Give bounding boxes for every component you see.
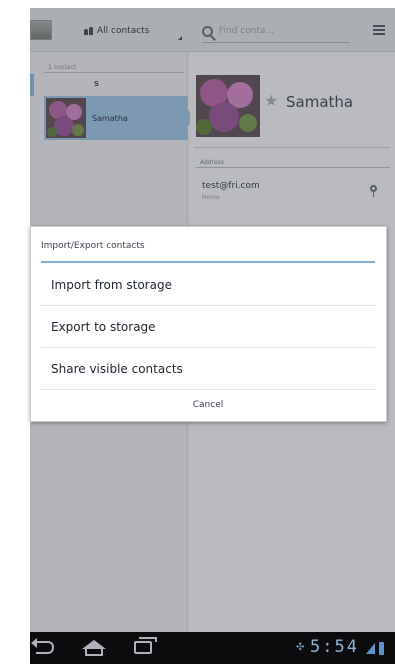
back-icon[interactable] (31, 638, 54, 654)
status-clock[interactable]: 5:54 (310, 637, 359, 657)
import-export-dialog: Import/Export contacts Import from stora… (30, 226, 387, 422)
option-label: Share visible contacts (51, 362, 183, 376)
cancel-button[interactable]: Cancel (41, 390, 375, 420)
dialog-title: Import/Export contacts (41, 241, 145, 251)
option-label: Export to storage (51, 320, 156, 334)
share-visible-contacts-option[interactable]: Share visible contacts (41, 348, 375, 390)
import-from-storage-option[interactable]: Import from storage (41, 264, 375, 306)
home-icon[interactable] (82, 640, 106, 656)
wifi-signal-icon (366, 643, 375, 654)
system-nav-bar: ✣ 5:54 (30, 632, 395, 664)
export-to-storage-option[interactable]: Export to storage (41, 306, 375, 348)
dialog-title-divider (41, 261, 375, 263)
recent-apps-icon[interactable] (134, 637, 157, 654)
notification-icon[interactable]: ✣ (296, 642, 304, 653)
option-label: Import from storage (51, 278, 172, 292)
battery-icon (379, 642, 384, 655)
